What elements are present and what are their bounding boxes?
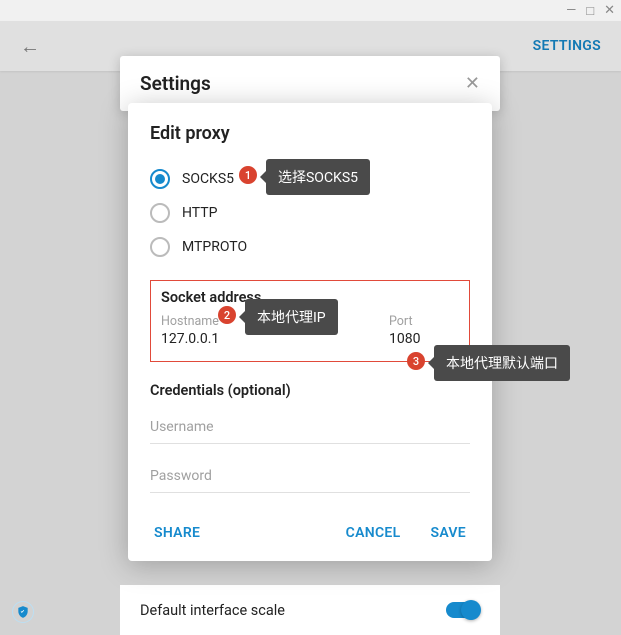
port-field[interactable]: Port 1080 [389, 314, 459, 347]
port-label: Port [389, 314, 459, 329]
annotation-badge-1: 1 [239, 166, 257, 184]
window-titlebar: — □ ✕ [0, 0, 621, 21]
modal-title: Edit proxy [150, 123, 470, 144]
password-input[interactable] [150, 458, 470, 493]
radio-icon [150, 169, 170, 189]
default-scale-label: Default interface scale [140, 602, 285, 619]
modal-actions: SHARE CANCEL SAVE [150, 519, 470, 547]
default-scale-row[interactable]: Default interface scale [120, 585, 500, 635]
radio-icon [150, 203, 170, 223]
close-icon[interactable]: ✕ [465, 73, 480, 94]
annotation-tip-3: 本地代理默认端口 [434, 345, 570, 381]
save-button[interactable]: SAVE [426, 519, 470, 547]
annotation-badge-3: 3 [407, 352, 425, 370]
annotation-tip-2: 本地代理IP [245, 299, 338, 335]
share-button[interactable]: SHARE [150, 519, 204, 547]
annotation-tip-1: 选择SOCKS5 [266, 159, 370, 195]
protocol-label: MTPROTO [182, 239, 247, 255]
radio-icon [150, 237, 170, 257]
window-maximize[interactable]: □ [586, 3, 594, 19]
default-scale-toggle[interactable] [446, 602, 480, 618]
protocol-label: HTTP [182, 205, 217, 221]
username-input[interactable] [150, 409, 470, 444]
window-close[interactable]: ✕ [604, 3, 615, 18]
protocol-label: SOCKS5 [182, 171, 234, 187]
protocol-mtproto[interactable]: MTPROTO [150, 230, 470, 264]
credentials-title: Credentials (optional) [150, 382, 470, 399]
protocol-http[interactable]: HTTP [150, 196, 470, 230]
shield-icon[interactable] [12, 601, 34, 623]
window-minimize[interactable]: — [566, 3, 576, 18]
cancel-button[interactable]: CANCEL [342, 519, 405, 547]
settings-title: Settings [140, 72, 211, 95]
annotation-badge-2: 2 [218, 306, 236, 324]
